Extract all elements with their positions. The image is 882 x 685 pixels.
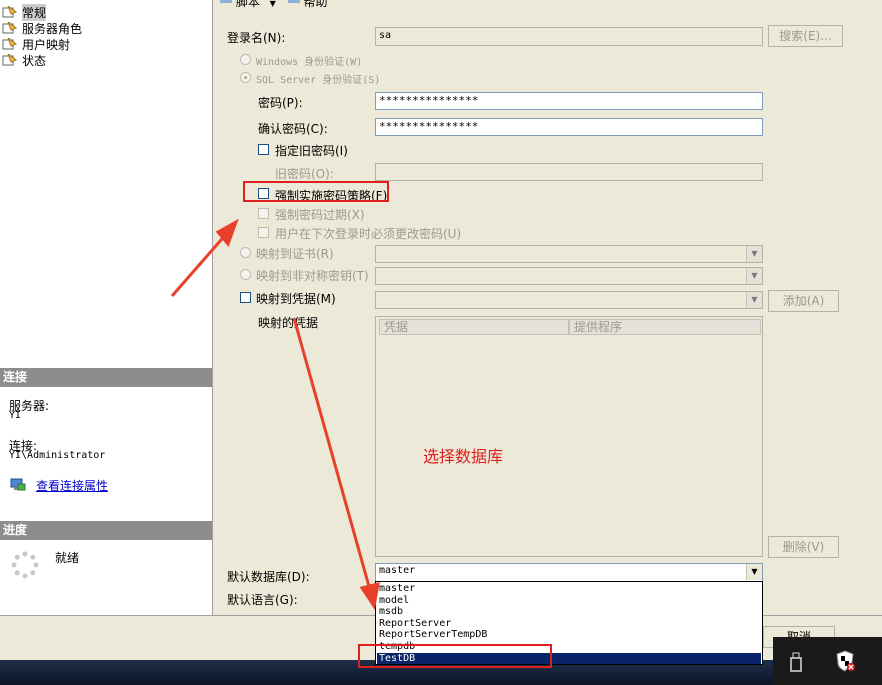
arrow-line-policy <box>170 231 230 297</box>
annotation-arrows <box>170 218 380 610</box>
arrow-head-database <box>359 581 380 610</box>
arrow-line-database <box>292 317 372 591</box>
